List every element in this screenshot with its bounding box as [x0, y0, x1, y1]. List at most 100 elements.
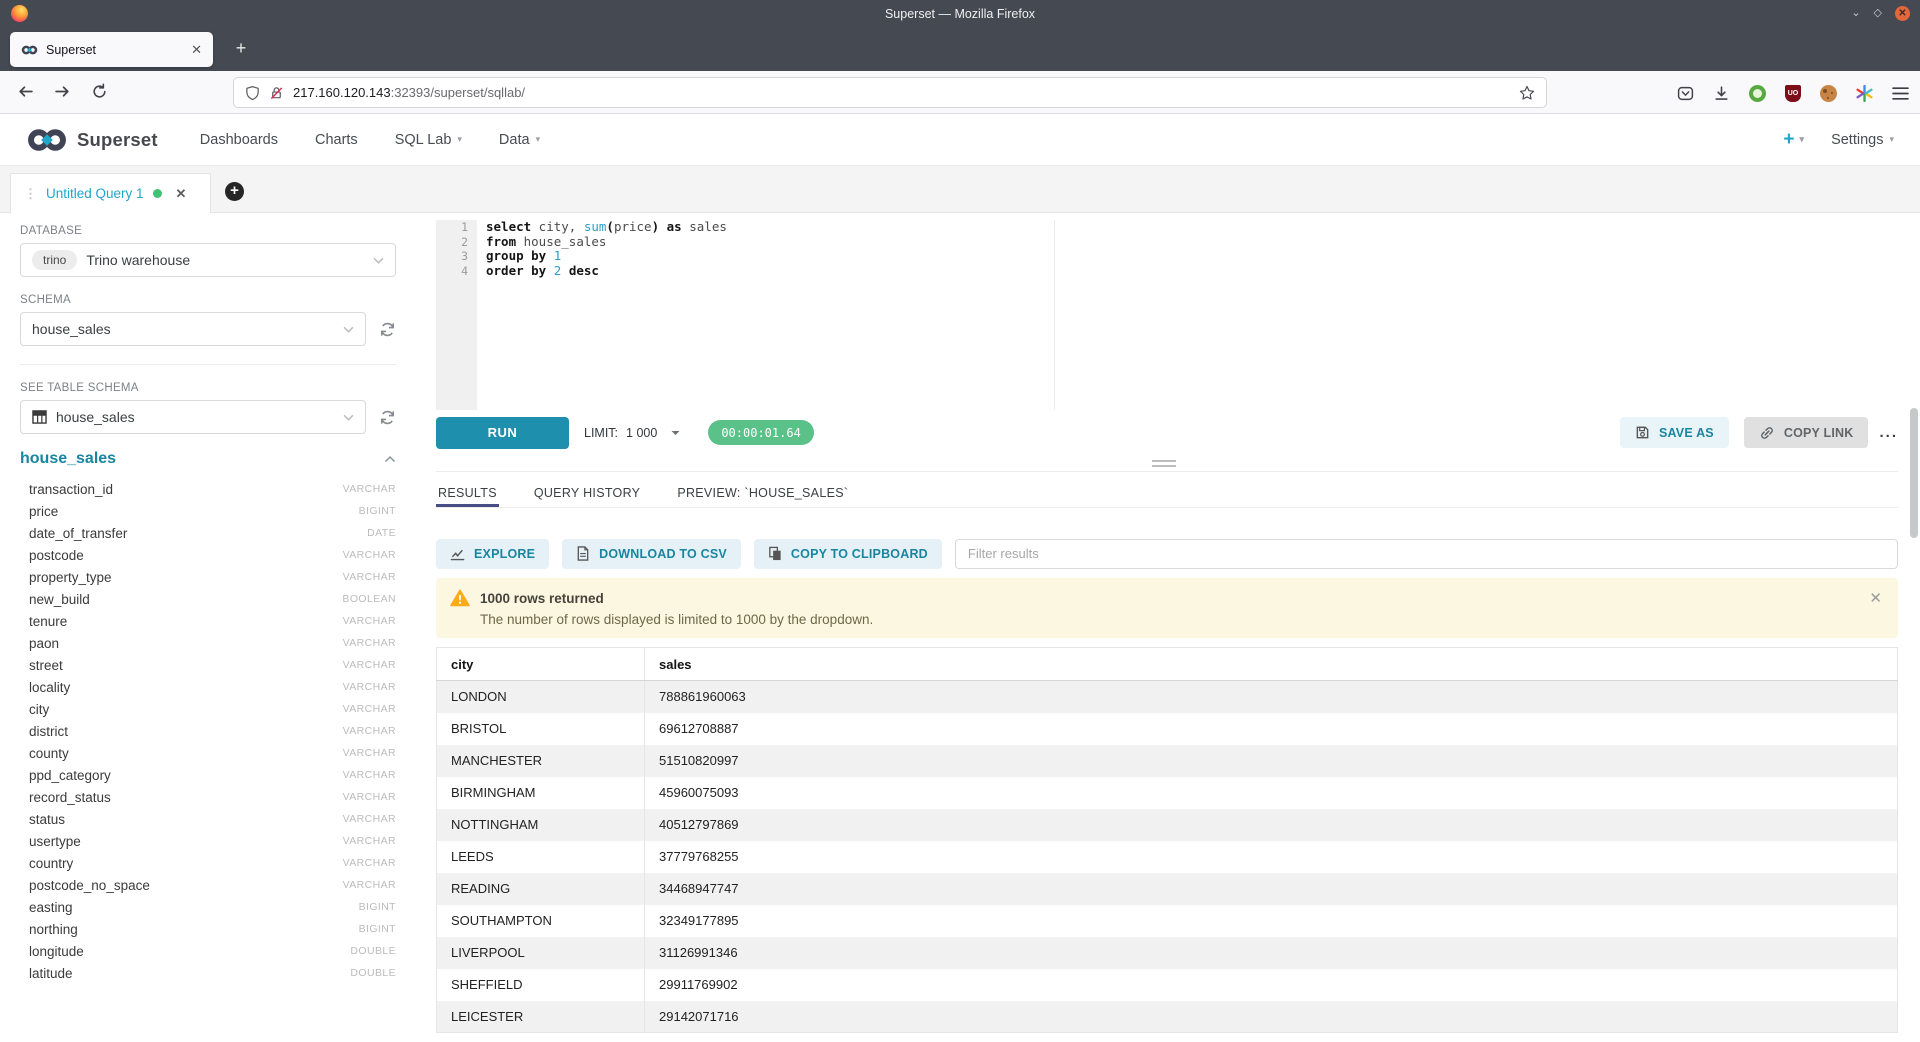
page-scrollbar-thumb[interactable] — [1910, 408, 1918, 538]
nav-item-label: Data — [499, 132, 530, 148]
sql-code-line[interactable]: 4order by 2 desc — [436, 264, 1898, 279]
pane-splitter-handle[interactable] — [1152, 460, 1176, 467]
alert-close-icon[interactable]: ✕ — [1869, 591, 1882, 606]
schema-label: SCHEMA — [20, 294, 396, 306]
query-status-dot — [153, 189, 162, 198]
limit-label: LIMIT: — [584, 426, 618, 440]
tab-results[interactable]: RESULTS — [436, 481, 499, 507]
query-tab-close-icon[interactable]: ✕ — [176, 186, 187, 202]
query-tab-active[interactable]: ⋮ Untitled Query 1 ✕ — [10, 173, 211, 214]
download-icon[interactable] — [1713, 85, 1730, 102]
superset-logo — [26, 127, 68, 153]
reload-icon[interactable] — [91, 83, 108, 100]
schema-columns-list: transaction_idVARCHARpriceBIGINTdate_of_… — [20, 478, 396, 984]
tracking-shield-icon[interactable] — [245, 85, 260, 101]
superset-brand[interactable]: Superset — [26, 127, 158, 153]
tab-close-icon[interactable]: ✕ — [191, 42, 202, 58]
column-header-sales[interactable]: sales — [645, 648, 1898, 681]
column-type: BOOLEAN — [342, 593, 396, 605]
ublock-origin-icon[interactable]: UO — [1785, 85, 1801, 102]
explore-button[interactable]: EXPLORE — [436, 539, 549, 569]
column-type: DOUBLE — [350, 945, 396, 957]
copy-clipboard-button[interactable]: COPY TO CLIPBOARD — [754, 539, 942, 569]
column-name: property_type — [29, 570, 112, 585]
table-schema-select[interactable]: house_sales — [20, 400, 366, 434]
nav-item-charts[interactable]: Charts — [315, 132, 358, 148]
column-type: VARCHAR — [343, 725, 396, 737]
new-tab-button[interactable]: + — [230, 38, 252, 60]
nav-item-sql-lab[interactable]: SQL Lab▾ — [395, 132, 462, 148]
close-icon[interactable]: ✕ — [1895, 6, 1910, 21]
settings-menu[interactable]: Settings ▾ — [1831, 132, 1894, 148]
chevron-down-icon — [343, 326, 354, 333]
window-title: Superset — Mozilla Firefox — [0, 7, 1920, 21]
column-header-city[interactable]: city — [437, 648, 645, 681]
pane-divider — [436, 471, 1898, 472]
firefox-logo-icon — [11, 5, 28, 22]
column-name: transaction_id — [29, 482, 113, 497]
bookmark-star-icon[interactable] — [1519, 85, 1535, 101]
result-cell: 45960075093 — [645, 777, 1898, 809]
url-host: 217.160.120.143 — [293, 85, 391, 100]
maximize-icon[interactable]: ◇ — [1874, 8, 1882, 19]
add-query-tab-button[interactable]: + — [225, 182, 244, 201]
forward-icon[interactable] — [54, 83, 71, 100]
tab-query-history[interactable]: QUERY HISTORY — [532, 481, 642, 507]
refresh-icon[interactable] — [379, 409, 396, 426]
menu-hamburger-icon[interactable] — [1892, 86, 1909, 101]
schema-column-row: postcode_no_spaceVARCHAR — [20, 874, 396, 896]
lock-slash-icon[interactable] — [269, 85, 284, 101]
nav-item-data[interactable]: Data▾ — [499, 132, 540, 148]
result-cell: 29142071716 — [645, 1001, 1898, 1033]
download-csv-button[interactable]: DOWNLOAD TO CSV — [562, 539, 741, 569]
back-icon[interactable] — [17, 83, 34, 100]
results-tabbar: RESULTS QUERY HISTORY PREVIEW: `HOUSE_SA… — [436, 481, 1898, 508]
sql-code-line[interactable]: 3group by 1 — [436, 249, 1898, 264]
run-button[interactable]: RUN — [436, 417, 569, 449]
result-cell: 32349177895 — [645, 905, 1898, 937]
result-cell: MANCHESTER — [437, 745, 645, 777]
line-number: 4 — [436, 264, 477, 279]
chart-icon — [450, 547, 465, 561]
result-cell: 34468947747 — [645, 873, 1898, 905]
schema-select[interactable]: house_sales — [20, 312, 366, 346]
window-titlebar: Superset — Mozilla Firefox ⌄ ◇ ✕ — [0, 0, 1920, 27]
drag-handle-icon[interactable]: ⋮ — [24, 186, 37, 202]
nav-item-dashboards[interactable]: Dashboards — [200, 132, 278, 148]
extension-monkey-icon[interactable] — [1749, 85, 1766, 102]
result-cell: 37779768255 — [645, 841, 1898, 873]
extension-pinwheel-icon[interactable] — [1856, 85, 1873, 102]
warning-icon — [450, 589, 470, 607]
pocket-icon[interactable] — [1677, 85, 1694, 102]
cookie-extension-icon[interactable] — [1820, 85, 1837, 102]
chevron-up-icon[interactable] — [384, 455, 396, 463]
result-cell: LONDON — [437, 681, 645, 713]
refresh-icon[interactable] — [379, 321, 396, 338]
schema-column-row: usertypeVARCHAR — [20, 830, 396, 852]
more-actions-button[interactable]: ... — [1879, 424, 1898, 441]
limit-dropdown[interactable]: LIMIT: 1 000 — [584, 426, 680, 440]
browser-tab-superset[interactable]: Superset ✕ — [10, 32, 213, 67]
filter-results-input[interactable] — [955, 539, 1898, 569]
schema-column-row: date_of_transferDATE — [20, 522, 396, 544]
sqllab-main-pane: 1select city, sum(price) as sales2from h… — [436, 213, 1898, 1042]
sql-editor[interactable]: 1select city, sum(price) as sales2from h… — [436, 220, 1898, 410]
database-select[interactable]: trino Trino warehouse — [20, 243, 396, 277]
copy-link-label: COPY LINK — [1784, 426, 1854, 440]
result-cell: SHEFFIELD — [437, 969, 645, 1001]
tab-preview-house-sales[interactable]: PREVIEW: `HOUSE_SALES` — [675, 481, 850, 507]
copy-link-button[interactable]: COPY LINK — [1744, 417, 1869, 448]
minimize-icon[interactable]: ⌄ — [1851, 8, 1860, 19]
table-schema-value: house_sales — [56, 409, 135, 425]
table-schema-title[interactable]: house_sales — [20, 450, 116, 468]
url-bar[interactable]: 217.160.120.143:32393/superset/sqllab/ — [233, 77, 1547, 108]
column-name: new_build — [29, 592, 90, 607]
schema-column-row: new_build BOOLEAN — [20, 588, 396, 610]
save-as-button[interactable]: SAVE AS — [1620, 417, 1729, 448]
sql-code-line[interactable]: 1select city, sum(price) as sales — [436, 220, 1898, 235]
table-icon — [32, 410, 47, 424]
chevron-down-icon — [373, 257, 384, 264]
new-item-button[interactable]: + ▾ — [1783, 129, 1804, 151]
result-row: READING34468947747 — [437, 873, 1898, 905]
sql-code-line[interactable]: 2from house_sales — [436, 235, 1898, 250]
